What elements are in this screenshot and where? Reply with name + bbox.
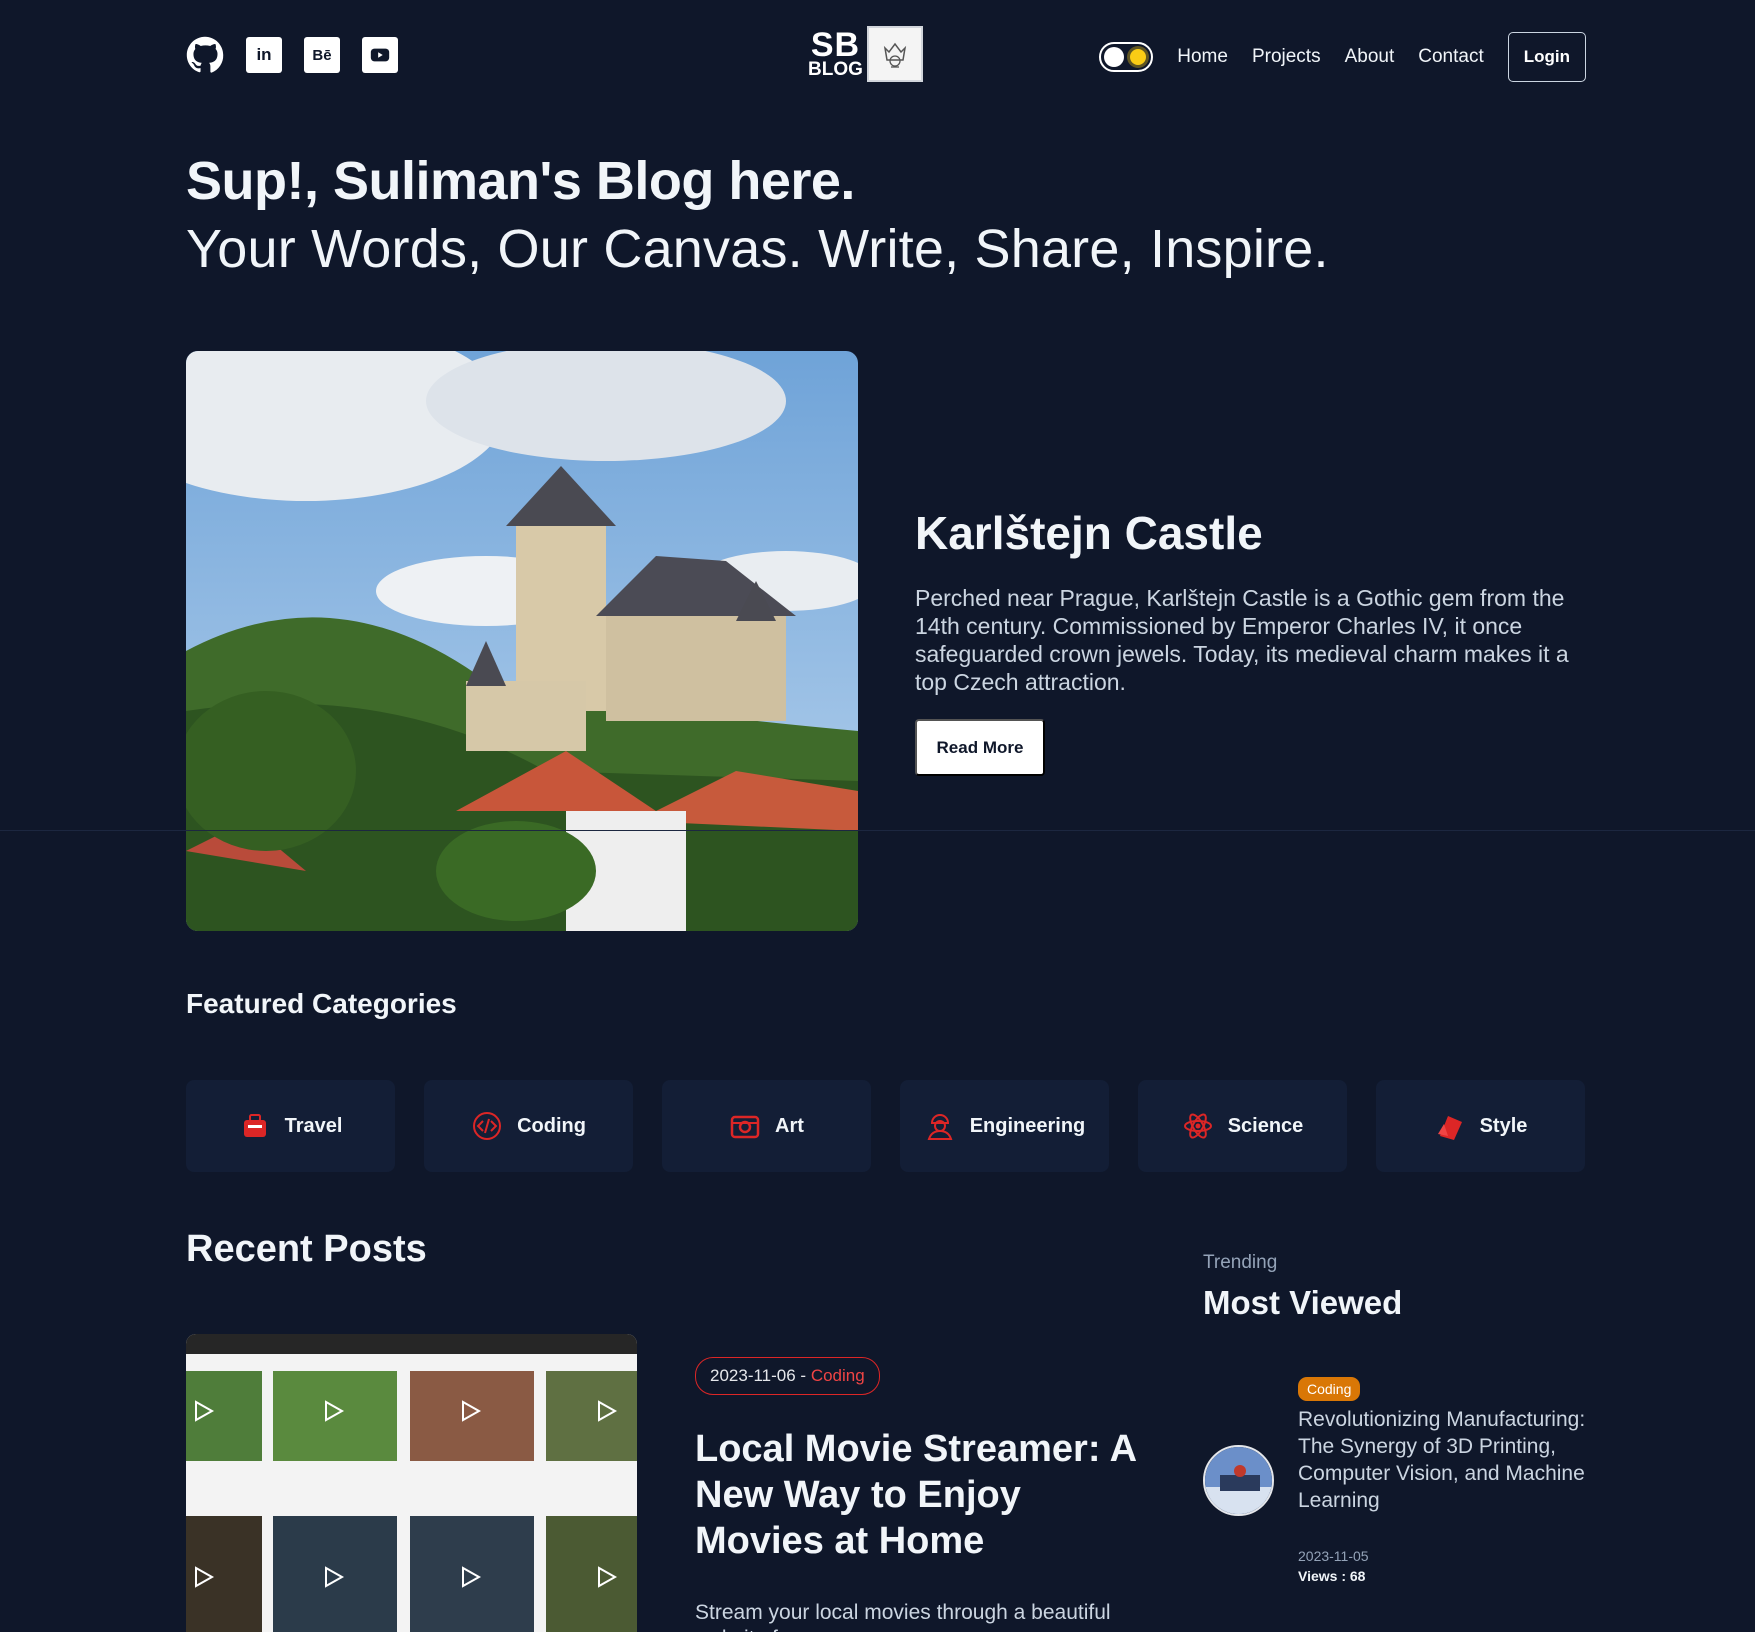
category-label: Travel — [284, 1114, 343, 1137]
nav-home[interactable]: Home — [1177, 46, 1228, 68]
category-label: Style — [1479, 1114, 1528, 1137]
swatch-icon — [1437, 1116, 1462, 1140]
featured-description: Perched near Prague, Karlštejn Castle is… — [915, 585, 1569, 695]
most-viewed-heading: Most Viewed — [1203, 1284, 1403, 1321]
logo-bottom: BLOG — [808, 58, 863, 80]
category-coding[interactable]: Coding — [424, 1080, 633, 1172]
category-art[interactable]: Art — [662, 1080, 871, 1172]
featured-image[interactable] — [186, 351, 858, 931]
trending-label: Trending — [1203, 1252, 1278, 1273]
linkedin-label: in — [256, 45, 272, 64]
post-date: 2023-11-06 — [710, 1366, 796, 1385]
category-engineering[interactable]: Engineering — [900, 1080, 1109, 1172]
category-label: Engineering — [969, 1114, 1086, 1137]
trending-date: 2023-11-05 — [1298, 1548, 1369, 1564]
recent-posts-heading: Recent Posts — [186, 1228, 427, 1270]
social-links: in Bē — [186, 36, 398, 74]
github-icon[interactable] — [186, 36, 224, 74]
behance-icon[interactable]: Bē — [304, 37, 340, 73]
read-more-button[interactable]: Read More — [915, 719, 1045, 776]
categories-list: Travel Coding Art Engineering Science St… — [186, 1080, 1585, 1172]
theme-toggle[interactable] — [1099, 42, 1154, 72]
post-meta-badge: 2023-11-06 - Coding — [695, 1357, 880, 1395]
nav-about[interactable]: About — [1345, 46, 1395, 68]
post-title[interactable]: Local Movie Streamer: A New Way to Enjoy… — [695, 1426, 1145, 1564]
categories-heading: Featured Categories — [186, 988, 457, 1019]
toggle-knob — [1104, 47, 1125, 67]
camera-icon — [730, 1115, 760, 1139]
suitcase-icon — [243, 1114, 266, 1137]
linkedin-icon[interactable]: in — [246, 37, 282, 73]
code-icon — [473, 1112, 502, 1140]
site-logo[interactable]: SB BLOG — [808, 26, 923, 82]
post-category[interactable]: Coding — [811, 1366, 865, 1385]
youtube-icon[interactable] — [362, 37, 398, 73]
nav-projects[interactable]: Projects — [1252, 46, 1321, 68]
trending-views: Views : 68 — [1298, 1568, 1366, 1584]
atom-icon — [1183, 1113, 1212, 1139]
post-thumbnail[interactable] — [186, 1334, 637, 1632]
engineer-icon — [927, 1114, 953, 1140]
trending-thumbnail[interactable] — [1203, 1445, 1274, 1516]
category-label: Art — [775, 1114, 804, 1137]
category-style[interactable]: Style — [1376, 1080, 1585, 1172]
login-button[interactable]: Login — [1507, 32, 1586, 82]
category-science[interactable]: Science — [1138, 1080, 1347, 1172]
behance-label: Bē — [312, 46, 332, 64]
logo-text: SB BLOG — [808, 26, 863, 80]
hero-subtitle: Your Words, Our Canvas. Write, Share, In… — [186, 219, 1329, 279]
trending-tag[interactable]: Coding — [1298, 1377, 1361, 1401]
nav-contact[interactable]: Contact — [1418, 46, 1483, 68]
post-meta-separator: - — [795, 1366, 811, 1385]
trending-title[interactable]: Revolutionizing Manufacturing: The Syner… — [1298, 1406, 1588, 1514]
hero-title: Sup!, Suliman's Blog here. — [186, 151, 855, 211]
crown-crest-icon — [866, 26, 923, 82]
featured-title[interactable]: Karlštejn Castle — [915, 506, 1263, 560]
divider — [0, 830, 1755, 831]
sun-icon — [1130, 49, 1147, 65]
main-nav: Home Projects About Contact Login — [1099, 32, 1586, 82]
logo-top: SB — [810, 26, 861, 65]
category-label: Coding — [517, 1114, 586, 1137]
post-description: Stream your local movies through a beaut… — [695, 1601, 1111, 1632]
category-label: Science — [1227, 1114, 1304, 1137]
category-travel[interactable]: Travel — [186, 1080, 395, 1172]
